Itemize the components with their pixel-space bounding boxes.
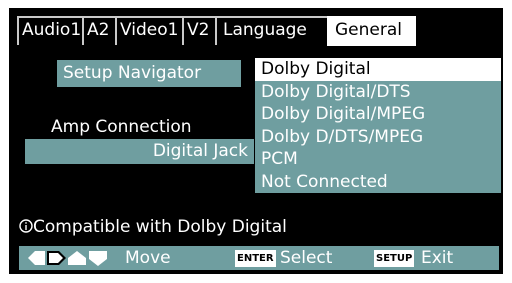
move-label: Move xyxy=(125,248,171,268)
info-icon xyxy=(19,219,33,233)
up-arrow-icon xyxy=(68,251,86,265)
option-dolby-digital-mpeg[interactable]: Dolby Digital/MPEG xyxy=(255,103,501,126)
tab-language[interactable]: Language xyxy=(215,16,327,45)
option-dolby-d-dts-mpeg[interactable]: Dolby D/DTS/MPEG xyxy=(255,125,501,148)
left-arrow-icon xyxy=(28,251,45,265)
tab-video1[interactable]: Video1 xyxy=(115,16,182,45)
tab-a2[interactable]: A2 xyxy=(82,16,115,45)
info-text: Compatible with Dolby Digital xyxy=(33,217,287,237)
option-not-connected[interactable]: Not Connected xyxy=(255,170,501,193)
exit-label: Exit xyxy=(421,248,454,268)
digital-jack-options-list: Dolby Digital Dolby Digital/DTS Dolby Di… xyxy=(255,58,501,193)
arrow-keys-icon xyxy=(28,251,107,266)
option-pcm[interactable]: PCM xyxy=(255,148,501,171)
info-line: Compatible with Dolby Digital xyxy=(19,216,287,238)
select-label: Select xyxy=(280,248,333,268)
setup-navigator-button[interactable]: Setup Navigator xyxy=(57,60,241,87)
setup-key-icon: SETUP xyxy=(374,250,415,267)
down-arrow-icon xyxy=(89,251,107,266)
enter-key-icon: ENTER xyxy=(235,250,276,267)
tab-audio1[interactable]: Audio1 xyxy=(17,16,82,45)
option-dolby-digital-dts[interactable]: Dolby Digital/DTS xyxy=(255,80,501,103)
tab-general[interactable]: General xyxy=(327,16,416,46)
amp-connection-label: Amp Connection xyxy=(51,117,192,137)
digital-jack-item[interactable]: Digital Jack xyxy=(25,139,254,164)
bottom-help-bar: Move ENTER Select SETUP Exit xyxy=(19,246,499,270)
right-arrow-icon xyxy=(47,251,66,265)
setup-menu-screen: Audio1 A2 Video1 V2 Language General Set… xyxy=(9,8,503,274)
option-dolby-digital[interactable]: Dolby Digital xyxy=(255,58,501,81)
tab-v2[interactable]: V2 xyxy=(182,16,215,45)
